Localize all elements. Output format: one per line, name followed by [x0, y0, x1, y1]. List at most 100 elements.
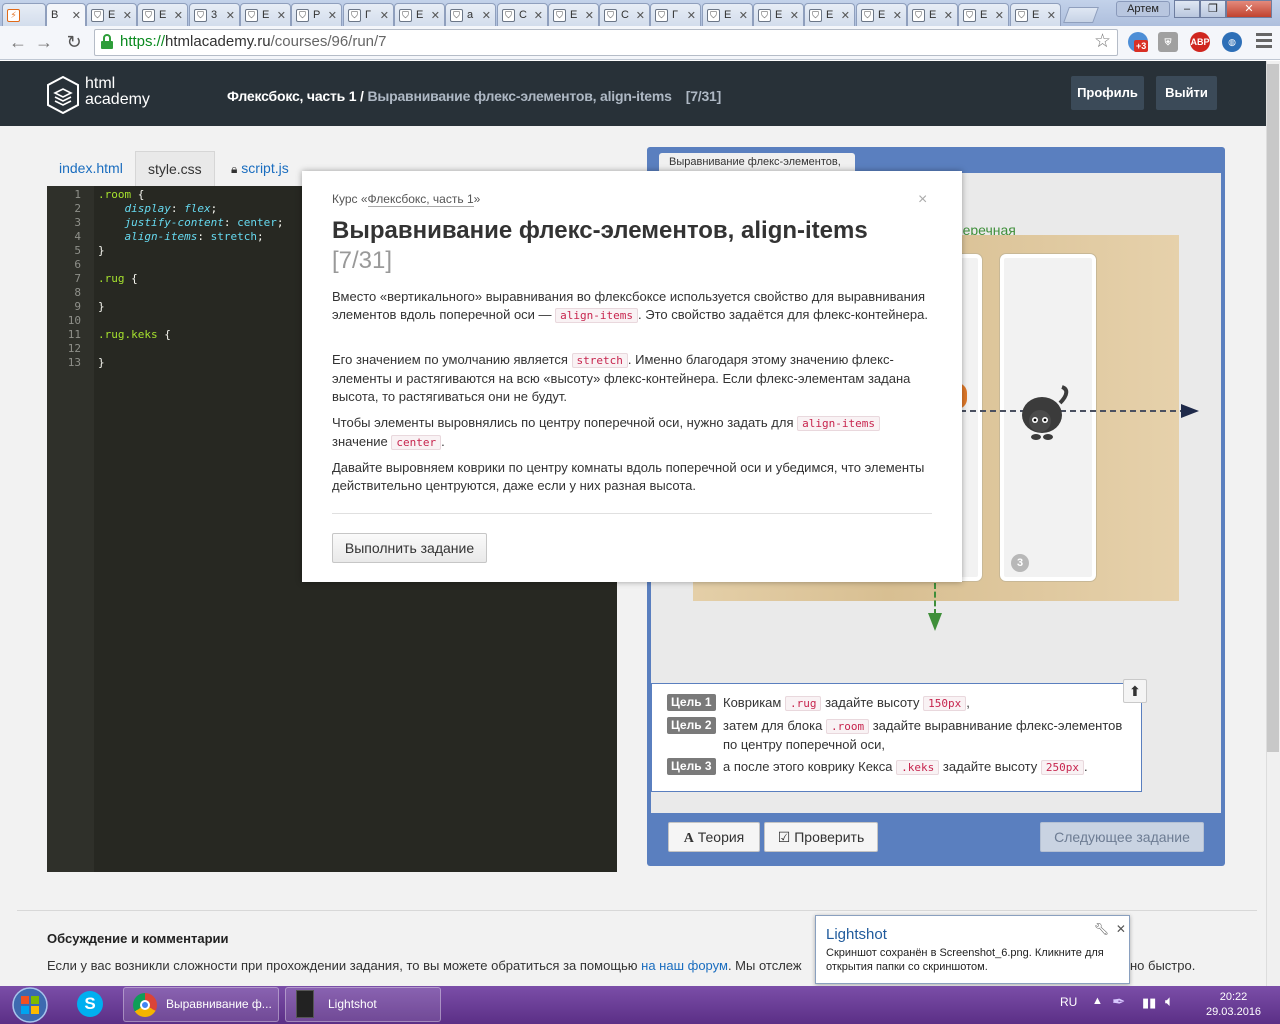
close-tab-icon[interactable]: ✕ — [431, 9, 440, 22]
lightshot-icon — [296, 990, 314, 1018]
close-tab-icon[interactable]: ✕ — [277, 9, 286, 22]
close-tab-icon[interactable]: ✕ — [687, 9, 696, 22]
close-tab-icon[interactable]: ✕ — [226, 9, 235, 22]
html-academy-logo-icon[interactable] — [47, 76, 79, 114]
browser-tab[interactable]: ⛉ Е ✕ — [753, 3, 804, 26]
tab-title: Е — [980, 9, 988, 21]
bookmark-star-icon[interactable]: ☆ — [1094, 30, 1111, 53]
minimize-button[interactable]: – — [1174, 0, 1200, 18]
close-tab-icon[interactable]: ✕ — [585, 9, 594, 22]
tray-expand-icon[interactable]: ▲ — [1092, 995, 1103, 1007]
code-line-7[interactable]: .rug { — [98, 272, 138, 285]
close-tab-icon[interactable]: ✕ — [174, 9, 183, 22]
code-line-9[interactable]: } — [98, 300, 105, 313]
arrow-up-icon[interactable]: ⬆ — [1123, 679, 1147, 703]
browser-tab-pinned[interactable]: ⚡ — [2, 3, 46, 26]
maximize-button[interactable]: ❐ — [1200, 0, 1226, 18]
close-tab-icon[interactable]: ✕ — [739, 9, 748, 22]
notification-text[interactable]: Скриншот сохранён в Screenshot_6.png. Кл… — [826, 946, 1126, 974]
modal-course-link[interactable]: Флексбокс, часть 1 — [367, 192, 474, 207]
code-value: stretch — [210, 230, 257, 243]
breadcrumb-course[interactable]: Флексбокс, часть 1 — [227, 88, 357, 104]
discussion-text-part: Если у вас возникли сложности при прохож… — [47, 958, 642, 973]
wrench-icon[interactable]: 🔧︎ — [1094, 922, 1109, 936]
close-tab-icon[interactable]: ✕ — [380, 9, 389, 22]
browser-tab[interactable]: ⛉ Е ✕ — [86, 3, 137, 26]
close-tab-icon[interactable]: ✕ — [534, 9, 543, 22]
modal-close-icon[interactable]: × — [918, 191, 927, 209]
close-tab-icon[interactable]: ✕ — [790, 9, 799, 22]
tab-style-css[interactable]: style.css — [135, 151, 215, 187]
window-close-button[interactable]: ✕ — [1226, 0, 1272, 18]
browser-tab[interactable]: ⛉ Е ✕ — [958, 3, 1009, 26]
windows-start-icon[interactable] — [8, 986, 52, 1024]
code-line-3[interactable]: justify-content: center; — [98, 216, 284, 229]
tray-clock[interactable]: 20:22 29.03.2016 — [1206, 990, 1261, 1020]
logout-button[interactable]: Выйти — [1156, 76, 1217, 110]
browser-tab[interactable]: ⛉ Р ✕ — [291, 3, 342, 26]
browser-tab[interactable]: ⛉ Г ✕ — [650, 3, 701, 26]
browser-tab[interactable]: ⛉ E ✕ — [548, 3, 599, 26]
logo-text[interactable]: html academy — [85, 76, 150, 108]
close-tab-icon[interactable]: ✕ — [841, 9, 850, 22]
preview-tab[interactable]: Выравнивание флекс-элементов, — [659, 153, 855, 173]
browser-tab-active[interactable]: В ✕ — [46, 3, 86, 26]
scrollbar-thumb[interactable] — [1267, 64, 1279, 752]
lightshot-tray-icon[interactable]: ✒ — [1112, 992, 1125, 1012]
browser-tab[interactable]: ⛉ Е ✕ — [1010, 3, 1061, 26]
forum-link[interactable]: на наш форум — [641, 958, 728, 973]
forward-icon[interactable]: → — [32, 30, 56, 54]
browser-tab[interactable]: ⛉ E ✕ — [240, 3, 291, 26]
browser-tab[interactable]: ⛉ Е ✕ — [394, 3, 445, 26]
code-line-4[interactable]: align-items: stretch; — [98, 230, 264, 243]
url-text[interactable]: https://htmlacademy.ru/courses/96/run/7 — [120, 33, 387, 50]
new-tab-button[interactable] — [1063, 7, 1099, 23]
modal-code: align-items — [797, 416, 880, 431]
extension-shield-icon[interactable]: ⛨ — [1158, 32, 1178, 52]
code-line-2[interactable]: display: flex; — [98, 202, 218, 215]
globe-icon[interactable]: ◍ — [1222, 32, 1242, 52]
shield-favicon-icon: ⛉ — [963, 8, 976, 22]
close-tab-icon[interactable]: ✕ — [995, 9, 1004, 22]
chrome-menu-icon[interactable] — [1256, 33, 1272, 51]
extension-lightshot-icon[interactable]: +3 — [1128, 32, 1149, 52]
code-line-13[interactable]: } — [98, 356, 105, 369]
browser-tab[interactable]: ⛉ Е ✕ — [907, 3, 958, 26]
profile-chip[interactable]: Артем — [1116, 1, 1170, 17]
close-tab-icon[interactable]: ✕ — [328, 9, 337, 22]
adblock-icon[interactable]: ABP — [1190, 32, 1210, 52]
reload-icon[interactable]: ↻ — [62, 30, 86, 54]
back-icon[interactable]: ← — [6, 30, 30, 54]
tab-script-js[interactable]: 🔒︎ script.js — [219, 151, 301, 187]
close-tab-icon[interactable]: ✕ — [636, 9, 645, 22]
volume-icon[interactable]: 🔈︎ — [1165, 993, 1174, 1010]
browser-tab[interactable]: ⛉ Е ✕ — [804, 3, 855, 26]
tab-index-html[interactable]: index.html — [47, 151, 135, 187]
language-indicator[interactable]: RU — [1060, 995, 1077, 1009]
browser-tab[interactable]: ⛉ а ✕ — [445, 3, 496, 26]
next-task-button[interactable]: Следующее задание — [1040, 822, 1204, 852]
close-tab-icon[interactable]: ✕ — [944, 9, 953, 22]
browser-tab[interactable]: ⛉ С ✕ — [497, 3, 548, 26]
close-tab-icon[interactable]: ✕ — [1047, 9, 1056, 22]
close-tab-icon[interactable]: ✕ — [482, 9, 491, 22]
code-line-5[interactable]: } — [98, 244, 105, 257]
browser-tab[interactable]: ⛉ 3 ✕ — [189, 3, 240, 26]
browser-tab[interactable]: ⛉ С ✕ — [599, 3, 650, 26]
browser-tab[interactable]: ⛉ Г ✕ — [343, 3, 394, 26]
close-notification-icon[interactable]: ✕ — [1116, 922, 1126, 936]
close-tab-icon[interactable]: ✕ — [72, 9, 81, 22]
network-icon[interactable]: ▮▮ — [1142, 995, 1156, 1011]
close-tab-icon[interactable]: ✕ — [123, 9, 132, 22]
close-tab-icon[interactable]: ✕ — [893, 9, 902, 22]
skype-taskbar-button[interactable]: S — [68, 988, 112, 1021]
start-task-button[interactable]: Выполнить задание — [332, 533, 487, 563]
browser-tab[interactable]: ⛉ Е ✕ — [137, 3, 188, 26]
browser-tab[interactable]: ⛉ Е ✕ — [702, 3, 753, 26]
check-button[interactable]: ☑ Проверить — [764, 822, 878, 852]
profile-button[interactable]: Профиль — [1071, 76, 1144, 110]
browser-tab[interactable]: ⛉ Е ✕ — [856, 3, 907, 26]
code-line-11[interactable]: .rug.keks { — [98, 328, 171, 341]
code-line-1[interactable]: .room { — [98, 188, 144, 201]
theory-button[interactable]: A Теория — [668, 822, 760, 852]
